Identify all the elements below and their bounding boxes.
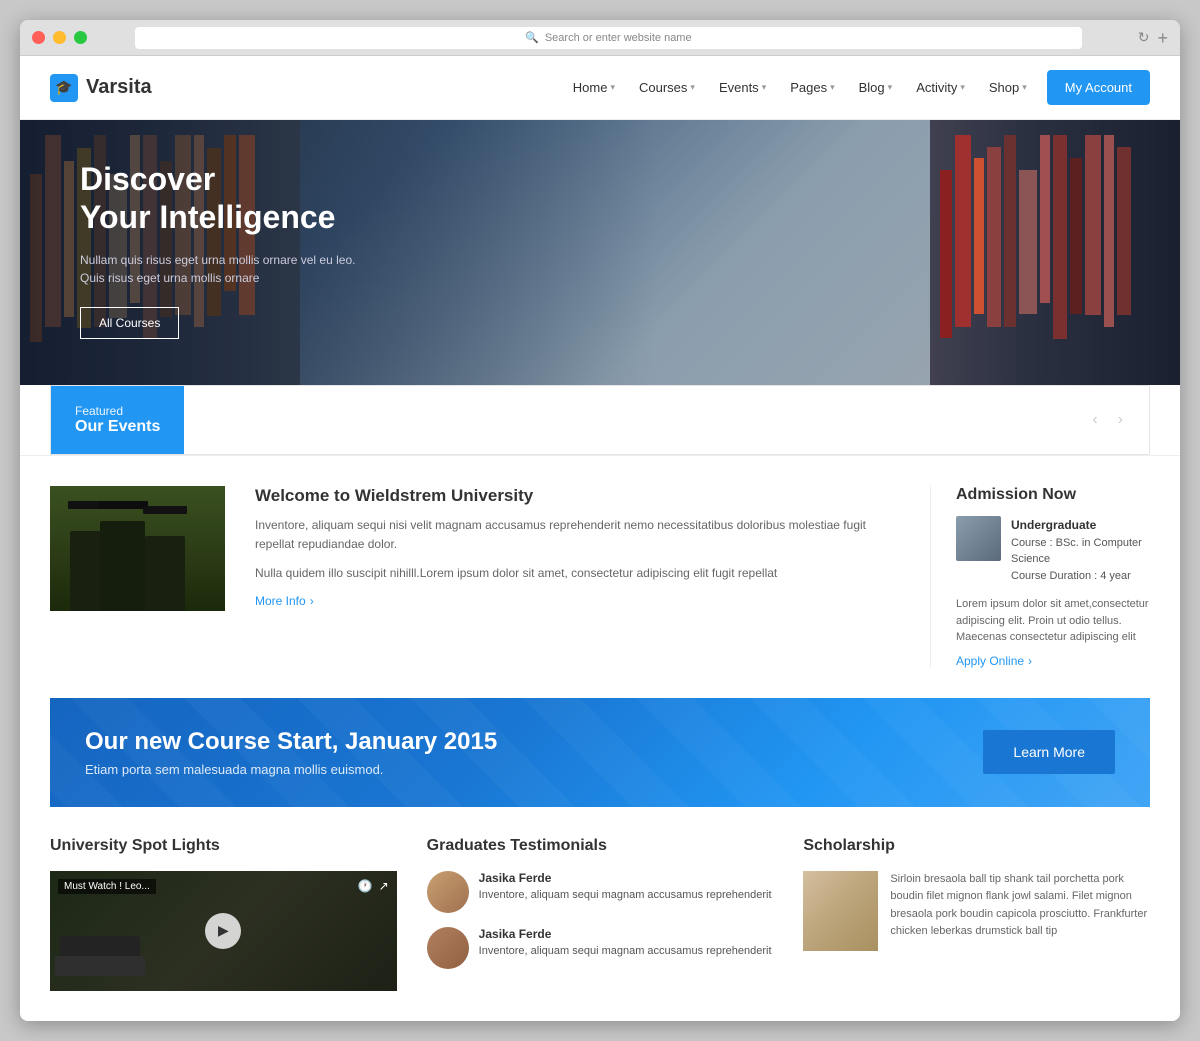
bottom-sections: University Spot Lights ▶ Must Watch ! Le… [20, 837, 1180, 1021]
more-info-link[interactable]: More Info › [255, 594, 900, 608]
admission-course: Course : BSc. in Computer Science [1011, 537, 1142, 566]
browser-titlebar: 🔍 Search or enter website name ↻ + [20, 20, 1180, 56]
logo: 🎓 Varsita [50, 74, 152, 102]
address-bar[interactable]: 🔍 Search or enter website name [135, 27, 1082, 49]
hero-bookshelf-right [930, 120, 1180, 385]
featured-events-section: Featured Our Events ‹ › [20, 385, 1180, 456]
featured-label: Featured [75, 404, 160, 418]
nav-events[interactable]: Events ▾ [709, 72, 776, 103]
maximize-button[interactable] [74, 31, 87, 44]
testimonial-item: Jasika Ferde Inventore, aliquam sequi ma… [427, 871, 774, 913]
admission-degree: Undergraduate [1011, 518, 1096, 532]
course-banner-subtitle: Etiam porta sem malesuada magna mollis e… [85, 762, 497, 777]
blog-chevron-icon: ▾ [888, 82, 893, 93]
course-banner: Our new Course Start, January 2015 Etiam… [50, 698, 1150, 807]
reload-button[interactable]: ↻ [1138, 29, 1150, 46]
course-banner-title: Our new Course Start, January 2015 [85, 728, 497, 756]
navbar: 🎓 Varsita Home ▾ Courses ▾ Events ▾ P [20, 56, 1180, 120]
nav-menu: Home ▾ Courses ▾ Events ▾ Pages ▾ Blog [563, 72, 1037, 103]
testimonial-body-2: Inventore, aliquam sequi magnam accusamu… [479, 943, 772, 960]
nav-courses[interactable]: Courses ▾ [629, 72, 705, 103]
courses-chevron-icon: ▾ [690, 82, 695, 93]
nav-activity[interactable]: Activity ▾ [906, 72, 975, 103]
video-thumbnail[interactable]: ▶ Must Watch ! Leo... 🕐 ↗ [50, 871, 397, 991]
nav-pages[interactable]: Pages ▾ [780, 72, 844, 103]
hero-subtitle: Nullam quis risus eget urna mollis ornar… [80, 251, 360, 287]
admission-section: Admission Now Undergraduate Course : BSc… [930, 486, 1150, 668]
admission-card: Undergraduate Course : BSc. in Computer … [956, 516, 1150, 584]
share-icon: ↗ [379, 879, 389, 893]
shop-chevron-icon: ▾ [1022, 82, 1027, 93]
logo-icon: 🎓 [50, 74, 78, 102]
admission-body: Lorem ipsum dolor sit amet,consectetur a… [956, 596, 1150, 646]
graduation-image [50, 486, 225, 611]
apply-online-link[interactable]: Apply Online › [956, 654, 1150, 668]
spotlights-column: University Spot Lights ▶ Must Watch ! Le… [50, 837, 397, 991]
play-button[interactable]: ▶ [205, 913, 241, 949]
testimonial-name-1: Jasika Ferde [479, 871, 772, 885]
pages-chevron-icon: ▾ [830, 82, 835, 93]
welcome-body2: Nulla quidem illo suscipit nihilll.Lorem… [255, 564, 900, 583]
minimize-button[interactable] [53, 31, 66, 44]
new-tab-button[interactable]: + [1157, 29, 1168, 47]
close-button[interactable] [32, 31, 45, 44]
admission-duration: Course Duration : 4 year [1011, 570, 1131, 582]
hero-title: Discover Your Intelligence [80, 160, 360, 237]
admission-thumbnail [956, 516, 1001, 561]
welcome-text: Welcome to Wieldstrem University Invento… [255, 486, 900, 668]
testimonial-avatar-1 [427, 871, 469, 913]
clock-icon: 🕐 [358, 879, 373, 893]
address-placeholder: Search or enter website name [545, 32, 692, 44]
featured-events-title: Our Events [75, 418, 160, 436]
testimonial-avatar-2 [427, 927, 469, 969]
featured-next-button[interactable]: › [1112, 409, 1129, 431]
logo-text: Varsita [86, 76, 152, 99]
testimonial-name-2: Jasika Ferde [479, 927, 772, 941]
learn-more-button[interactable]: Learn More [983, 730, 1115, 774]
testimonial-item-2: Jasika Ferde Inventore, aliquam sequi ma… [427, 927, 774, 969]
all-courses-button[interactable]: All Courses [80, 307, 179, 339]
featured-events-inner: Featured Our Events ‹ › [50, 385, 1150, 455]
featured-nav: ‹ › [1086, 409, 1149, 431]
more-info-arrow-icon: › [310, 594, 314, 608]
testimonial-text-1: Jasika Ferde Inventore, aliquam sequi ma… [479, 871, 772, 904]
nav-home[interactable]: Home ▾ [563, 72, 625, 103]
featured-badge: Featured Our Events [51, 386, 184, 454]
testimonials-title: Graduates Testimonials [427, 837, 774, 855]
my-account-button[interactable]: My Account [1047, 70, 1150, 105]
welcome-title: Welcome to Wieldstrem University [255, 486, 900, 506]
admission-title: Admission Now [956, 486, 1150, 504]
featured-prev-button[interactable]: ‹ [1086, 409, 1103, 431]
admission-info: Undergraduate Course : BSc. in Computer … [1011, 516, 1150, 584]
activity-chevron-icon: ▾ [960, 82, 965, 93]
hero-content: Discover Your Intelligence Nullam quis r… [80, 160, 360, 339]
home-chevron-icon: ▾ [610, 82, 615, 93]
website-content: ⚙ 🎓 Varsita Home ▾ Courses ▾ Events [20, 56, 1180, 1021]
testimonials-column: Graduates Testimonials Jasika Ferde Inve… [427, 837, 774, 991]
hero-section: Discover Your Intelligence Nullam quis r… [20, 120, 1180, 385]
apply-arrow-icon: › [1028, 654, 1032, 668]
welcome-image-container [50, 486, 225, 668]
video-label: Must Watch ! Leo... [58, 879, 156, 894]
course-banner-text: Our new Course Start, January 2015 Etiam… [85, 728, 497, 777]
testimonial-body-1: Inventore, aliquam sequi magnam accusamu… [479, 887, 772, 904]
scholarship-content: Sirloin bresaola ball tip shank tail por… [803, 871, 1150, 951]
scholarship-photo [803, 871, 878, 951]
welcome-body1: Inventore, aliquam sequi nisi velit magn… [255, 516, 900, 554]
browser-window: 🔍 Search or enter website name ↻ + ⚙ 🎓 V… [20, 20, 1180, 1021]
nav-blog[interactable]: Blog ▾ [849, 72, 903, 103]
testimonial-text-2: Jasika Ferde Inventore, aliquam sequi ma… [479, 927, 772, 960]
nav-shop[interactable]: Shop ▾ [979, 72, 1037, 103]
scholarship-title: Scholarship [803, 837, 1150, 855]
video-icons: 🕐 ↗ [358, 879, 389, 893]
events-chevron-icon: ▾ [762, 82, 767, 93]
search-icon: 🔍 [525, 31, 539, 44]
welcome-section: Welcome to Wieldstrem University Invento… [20, 456, 1180, 698]
scholarship-column: Scholarship Sirloin bresaola ball tip sh… [803, 837, 1150, 991]
spotlights-title: University Spot Lights [50, 837, 397, 855]
scholarship-body: Sirloin bresaola ball tip shank tail por… [890, 871, 1150, 951]
